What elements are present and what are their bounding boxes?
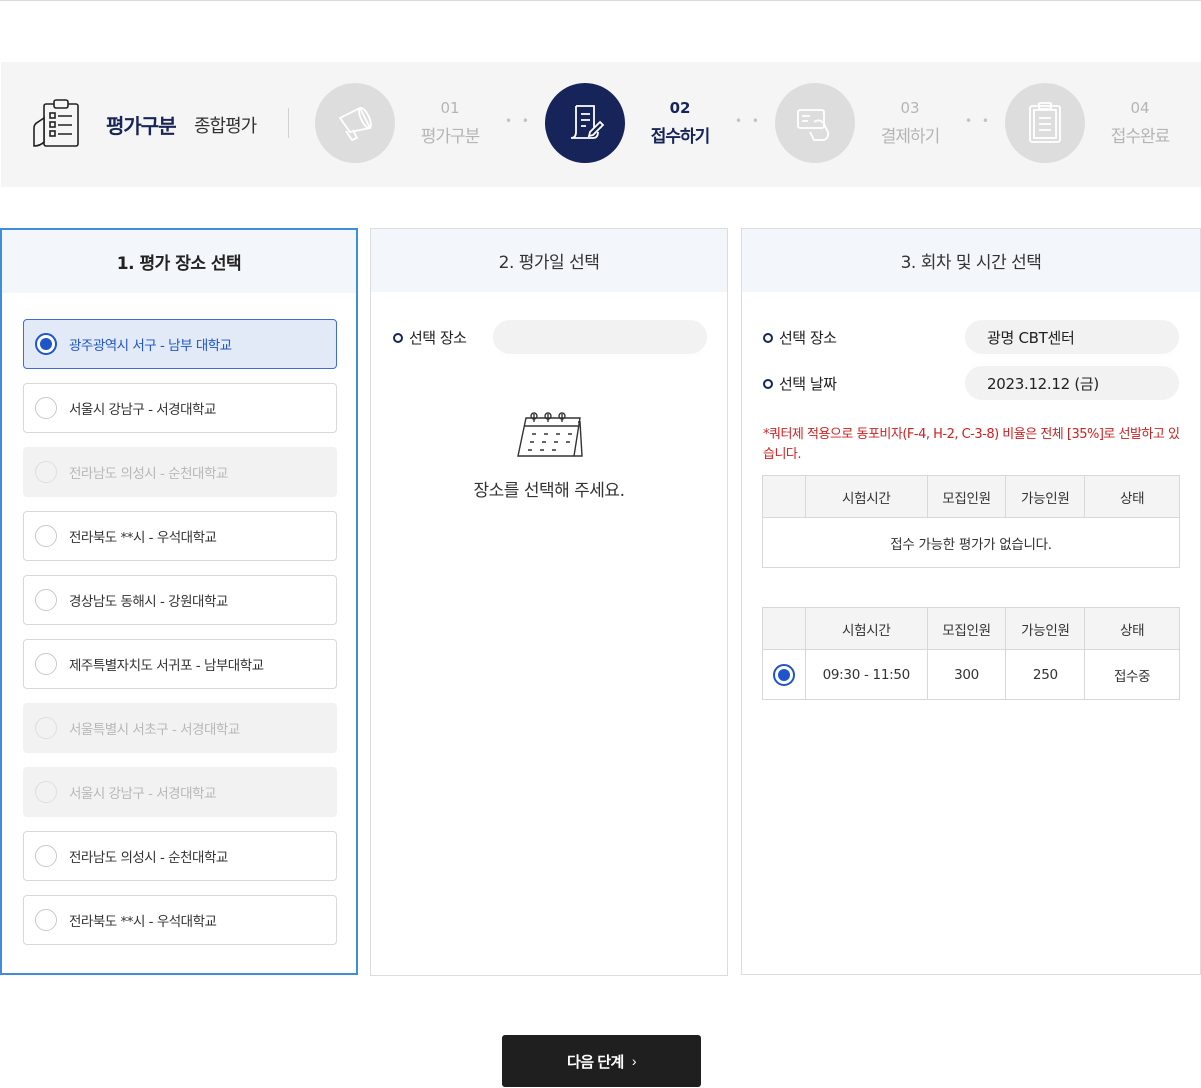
location-option[interactable]: 광주광역시 서구 - 남부 대학교	[23, 319, 337, 369]
header-time: 시험시간	[804, 607, 928, 650]
header-select	[762, 607, 806, 650]
step-2-circle	[545, 83, 625, 163]
session-available: 250	[1005, 649, 1086, 700]
date-panel-place-field	[493, 320, 707, 354]
megaphone-icon	[338, 106, 372, 142]
step-4-circle	[1005, 83, 1085, 163]
location-option[interactable]: 경상남도 동해시 - 강원대학교	[23, 575, 337, 625]
header-recruit: 모집인원	[926, 475, 1007, 518]
step-1-circle	[315, 83, 395, 163]
quota-notice: *쿼터제 적용으로 동포비자(F-4, H-2, C-3-8) 비율은 전체 […	[763, 427, 1180, 462]
document-pen-icon	[570, 105, 605, 139]
next-step-button[interactable]: 다음 단계 ›	[502, 1035, 701, 1087]
vertical-divider	[288, 108, 289, 138]
time-panel-date-label: 선택 날짜	[763, 373, 837, 394]
location-radio	[35, 717, 57, 739]
date-panel-title: 2. 평가일 선택	[371, 229, 727, 292]
session-recruit: 300	[926, 649, 1007, 700]
location-radio[interactable]	[35, 397, 57, 419]
session-table: 시험시간 모집인원 가능인원 상태 09:30 - 11:50 300 250 …	[762, 607, 1180, 700]
location-panel-title: 1. 평가 장소 선택	[2, 230, 356, 293]
location-radio[interactable]	[35, 333, 57, 355]
location-option[interactable]: 서울시 강남구 - 서경대학교	[23, 383, 337, 433]
date-empty-message: 장소를 선택해 주세요.	[473, 481, 625, 501]
selected-place-field: 광명 CBT센터	[965, 320, 1179, 354]
location-label: 전라북도 **시 - 우석대학교	[69, 530, 217, 546]
location-option[interactable]: 전라남도 의성시 - 순천대학교	[23, 831, 337, 881]
table-header-row: 시험시간 모집인원 가능인원 상태	[762, 475, 1180, 518]
location-label: 광주광역시 서구 - 남부 대학교	[69, 338, 232, 354]
step-1-name: 평가구분	[420, 127, 481, 147]
location-option: 서울시 강남구 - 서경대학교	[23, 767, 337, 817]
location-option[interactable]: 전라북도 **시 - 우석대학교	[23, 511, 337, 561]
next-step-label: 다음 단계	[566, 1053, 624, 1071]
step-4-name: 접수완료	[1110, 127, 1171, 147]
location-radio	[35, 461, 57, 483]
location-label: 서울시 강남구 - 서경대학교	[69, 402, 216, 418]
location-label: 전라남도 의성시 - 순천대학교	[69, 850, 228, 866]
step-2-name: 접수하기	[650, 127, 711, 147]
location-label: 제주특별자치도 서귀포 - 남부대학교	[69, 658, 264, 674]
table-row: 접수 가능한 평가가 없습니다.	[762, 517, 1180, 568]
session-radio-cell[interactable]	[762, 649, 806, 700]
header-select	[762, 475, 806, 518]
time-panel-place-label: 선택 장소	[763, 327, 837, 348]
location-option: 전라남도 의성시 - 순천대학교	[23, 447, 337, 497]
eval-type-value: 종합평가	[194, 116, 257, 137]
location-option: 서울특별시 서초구 - 서경대학교	[23, 703, 337, 753]
location-radio	[35, 781, 57, 803]
session-status: 접수중	[1084, 649, 1180, 700]
eval-type-label: 평가구분	[106, 114, 177, 138]
step-2-number: 02	[669, 99, 691, 117]
step-3-number: 03	[900, 99, 920, 117]
location-label: 전라북도 **시 - 우석대학교	[69, 914, 217, 930]
header-available: 가능인원	[1005, 475, 1086, 518]
location-label: 전라남도 의성시 - 순천대학교	[69, 466, 228, 482]
time-panel-title: 3. 회차 및 시간 선택	[742, 229, 1200, 292]
header-time: 시험시간	[804, 475, 928, 518]
location-label: 서울시 강남구 - 서경대학교	[69, 786, 216, 802]
location-option[interactable]: 제주특별자치도 서귀포 - 남부대학교	[23, 639, 337, 689]
clipboard-checklist-icon	[33, 99, 79, 147]
location-label: 서울특별시 서초구 - 서경대학교	[69, 722, 240, 738]
step-1-number: 01	[440, 99, 460, 117]
step-dots: • •	[735, 114, 762, 128]
session-table-empty: 시험시간 모집인원 가능인원 상태 접수 가능한 평가가 없습니다.	[762, 475, 1180, 568]
bullet-icon	[763, 332, 773, 343]
header-status: 상태	[1084, 475, 1180, 518]
date-panel-place-label: 선택 장소	[393, 327, 467, 348]
chevron-right-icon: ›	[631, 1053, 637, 1069]
header-status: 상태	[1084, 607, 1180, 650]
selected-date-field: 2023.12.12 (금)	[965, 366, 1179, 400]
location-radio[interactable]	[35, 525, 57, 547]
header-available: 가능인원	[1005, 607, 1086, 650]
step-3-circle	[775, 83, 855, 163]
bullet-icon	[763, 378, 773, 389]
location-radio[interactable]	[35, 909, 57, 931]
location-radio[interactable]	[35, 653, 57, 675]
table-row[interactable]: 09:30 - 11:50 300 250 접수중	[762, 649, 1180, 700]
location-radio[interactable]	[35, 589, 57, 611]
location-panel: 1. 평가 장소 선택 광주광역시 서구 - 남부 대학교서울시 강남구 - 서…	[0, 228, 358, 975]
clipboard-icon	[1029, 102, 1061, 143]
top-divider	[0, 0, 1201, 2]
place-label-text: 선택 장소	[409, 329, 467, 347]
calendar-icon	[517, 412, 583, 457]
location-radio[interactable]	[35, 845, 57, 867]
location-option[interactable]: 전라북도 **시 - 우석대학교	[23, 895, 337, 945]
place-label-text: 선택 장소	[779, 329, 837, 347]
date-label-text: 선택 날짜	[779, 375, 837, 393]
location-label: 경상남도 동해시 - 강원대학교	[69, 594, 228, 610]
step-4-number: 04	[1130, 99, 1150, 117]
table-header-row: 시험시간 모집인원 가능인원 상태	[762, 607, 1180, 650]
card-payment-icon	[797, 109, 830, 141]
session-radio[interactable]	[772, 663, 795, 686]
step-dots: • •	[965, 114, 992, 128]
bullet-icon	[393, 332, 403, 343]
step-3-name: 결제하기	[880, 127, 941, 147]
step-dots: • •	[505, 114, 532, 128]
session-time: 09:30 - 11:50	[804, 649, 928, 700]
header-recruit: 모집인원	[926, 607, 1007, 650]
no-session-message: 접수 가능한 평가가 없습니다.	[762, 517, 1180, 568]
